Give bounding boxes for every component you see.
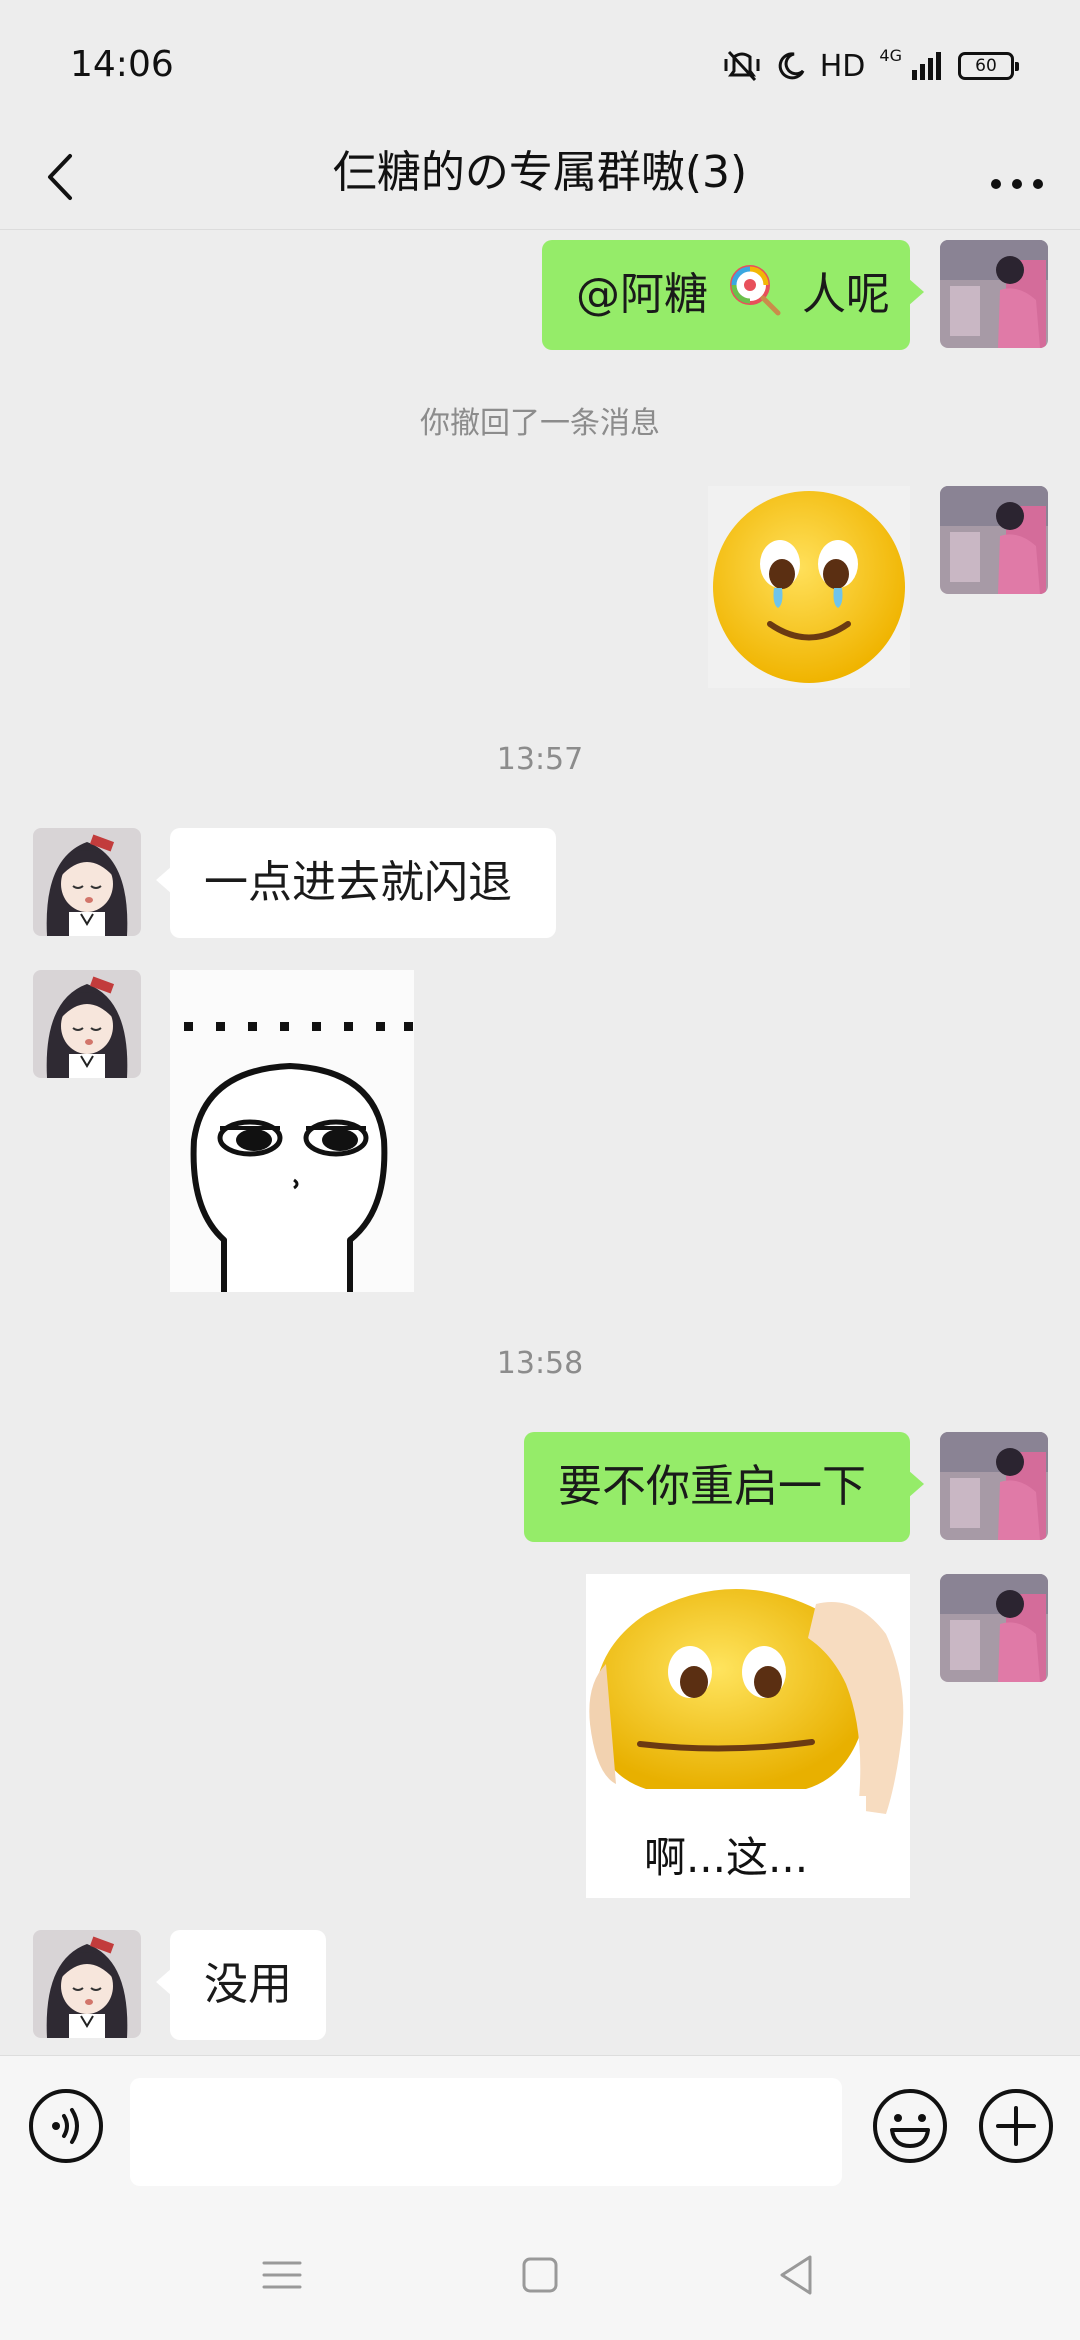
avatar-mine[interactable] [940, 1432, 1048, 1540]
avatar-theirs[interactable] [33, 1930, 141, 2038]
vibrate-mute-icon [724, 50, 760, 82]
message-bubble-theirs[interactable]: 一点进去就闪退 [156, 828, 556, 938]
friend-avatar-image [33, 828, 141, 936]
signal-icon [912, 52, 941, 80]
more-functions-button[interactable] [976, 2086, 1056, 2166]
message-text: 没用 [204, 1959, 292, 2010]
home-button[interactable] [510, 2245, 570, 2305]
home-icon [522, 2257, 558, 2293]
avatar-mine[interactable] [940, 240, 1048, 348]
user-avatar-image [940, 1432, 1048, 1540]
crying-smile-emoji-sticker [708, 486, 910, 688]
battery-icon: 60 [958, 52, 1019, 80]
timestamp: 13:58 [496, 1346, 584, 1381]
sticker-crying-smile[interactable] [708, 486, 910, 688]
doodle-face-ellipsis-sticker [170, 970, 414, 1292]
message-text: @阿糖 [576, 269, 708, 320]
sticker-doodle-face[interactable] [170, 970, 414, 1292]
more-options-icon [991, 179, 1043, 189]
system-back-button[interactable] [766, 2245, 826, 2305]
user-avatar-image [940, 486, 1048, 594]
user-avatar-image [940, 240, 1048, 348]
back-arrow-icon [48, 154, 72, 200]
sticker-facepalm[interactable]: 啊...这... [586, 1574, 910, 1898]
more-options-button[interactable] [982, 142, 1052, 212]
system-navigation-bar [0, 2205, 1080, 2340]
hd-label: HD [819, 48, 866, 84]
status-time: 14:06 [70, 44, 174, 85]
status-bar: 14:06 HD 4G 60 [0, 0, 1080, 130]
recent-apps-button[interactable] [252, 2245, 312, 2305]
avatar-mine[interactable] [940, 1574, 1048, 1682]
sticker-caption: 啊...这... [643, 1833, 809, 1882]
status-icons: HD 4G 60 [722, 44, 1019, 88]
message-text: 要不你重启一下 [558, 1461, 866, 1512]
voice-icon [29, 2089, 103, 2163]
message-text: 人呢 [802, 269, 890, 320]
back-triangle-icon [780, 2255, 812, 2295]
timestamp: 13:57 [496, 742, 584, 777]
plus-icon [979, 2089, 1053, 2163]
emoji-icon [873, 2089, 947, 2163]
emoji-button[interactable] [870, 2086, 950, 2166]
message-text: 一点进去就闪退 [204, 857, 512, 908]
message-input[interactable] [130, 2078, 842, 2186]
system-message: 你撤回了一条消息 [420, 406, 660, 441]
message-bubble-theirs[interactable]: 没用 [156, 1930, 326, 2040]
lollipop-emoji [730, 265, 781, 316]
friend-avatar-image [33, 1930, 141, 2038]
avatar-theirs[interactable] [33, 970, 141, 1078]
chat-title: 仨糖的の专属群嗷(3) [332, 147, 748, 198]
friend-avatar-image [33, 970, 141, 1078]
message-bubble-mine[interactable]: @阿糖 人呢 [542, 240, 924, 350]
avatar-theirs[interactable] [33, 828, 141, 936]
avatar-mine[interactable] [940, 486, 1048, 594]
moon-icon [778, 52, 805, 80]
network-label: 4G [879, 46, 902, 65]
input-bar [0, 2055, 1080, 2205]
voice-button[interactable] [26, 2086, 106, 2166]
user-avatar-image [940, 1574, 1048, 1682]
message-bubble-mine[interactable]: 要不你重启一下 [524, 1432, 924, 1542]
battery-level: 60 [975, 56, 997, 76]
menu-icon [262, 2261, 302, 2289]
chat-header: 仨糖的の专属群嗷(3) [0, 120, 1080, 230]
back-button[interactable] [28, 142, 98, 212]
